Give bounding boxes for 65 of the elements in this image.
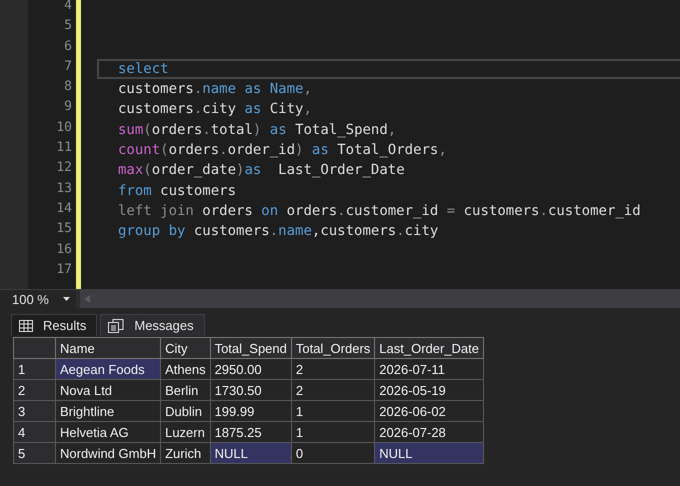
table-cell[interactable]: 2026-07-11 <box>374 358 484 380</box>
line-number: 14 <box>55 200 73 218</box>
code-line: count(orders.order_id) as Total_Orders, <box>118 142 447 158</box>
column-header[interactable]: Last_Order_Date <box>374 338 484 358</box>
code-line: group by customers.name,customers.city <box>118 223 438 240</box>
table-cell[interactable]: Aegean Foods <box>56 358 161 380</box>
code-line: customers.city as City, <box>118 101 312 118</box>
line-number: 9 <box>63 99 73 116</box>
line-number: 7 <box>63 58 73 76</box>
table-cell[interactable]: 2 <box>291 380 375 400</box>
line-number: 17 <box>55 262 73 279</box>
table-cell[interactable]: 0 <box>291 442 375 464</box>
table-cell[interactable]: 1 <box>291 422 375 442</box>
table-cell[interactable]: Nova Ltd <box>56 380 161 400</box>
grid-icon <box>19 320 33 332</box>
table-cell[interactable]: Luzern <box>160 422 210 442</box>
line-number: 16 <box>55 242 73 259</box>
table-cell[interactable]: 1730.50 <box>210 380 292 400</box>
row-number[interactable]: 4 <box>14 422 56 442</box>
zoom-dropdown[interactable]: 100 % <box>0 290 76 308</box>
table-cell[interactable]: Dublin <box>160 400 210 422</box>
row-number[interactable]: 1 <box>14 358 56 380</box>
caret-icon <box>62 297 70 301</box>
table-cell[interactable]: Athens <box>160 358 210 380</box>
line-number: 11 <box>55 140 73 158</box>
line-number: 8 <box>63 79 73 96</box>
table-cell[interactable]: 2950.00 <box>210 358 292 380</box>
table-cell[interactable]: 2026-07-28 <box>374 422 484 442</box>
table-cell[interactable]: 1875.25 <box>210 422 292 442</box>
messages-tab[interactable]: Messages <box>100 314 205 336</box>
column-header[interactable]: Total_Spend <box>210 338 292 358</box>
table-cell[interactable]: 2026-06-02 <box>374 400 484 422</box>
code-line: select <box>118 60 169 77</box>
line-number: 15 <box>55 221 73 238</box>
table-cell[interactable]: Berlin <box>160 380 210 400</box>
table-cell[interactable]: Helvetia AG <box>56 422 161 442</box>
table-cell[interactable]: Nordwind GmbH <box>56 442 161 464</box>
document-icon <box>108 318 124 332</box>
row-number[interactable]: 5 <box>14 442 56 464</box>
table-cell[interactable]: NULL <box>210 442 292 464</box>
table-cell[interactable]: 199.99 <box>210 400 292 422</box>
line-number: 6 <box>63 38 73 56</box>
code-line: left join orders on orders.customer_id = customers.customer_id <box>118 202 641 219</box>
column-header[interactable]: Name <box>56 338 161 358</box>
table-cell[interactable]: 2026-05-19 <box>374 380 484 400</box>
code-line: sum(orders.total) as Total_Spend, <box>118 122 396 138</box>
line-number: 12 <box>55 160 73 178</box>
column-header[interactable]: City <box>160 338 210 358</box>
row-number[interactable]: 3 <box>14 400 56 422</box>
code-line: from customers <box>118 182 236 199</box>
table-cell[interactable]: Zurich <box>160 442 210 464</box>
code-line: max(order_date)as Last_Order_Date <box>118 162 405 178</box>
line-number: 5 <box>63 18 73 36</box>
line-number: 13 <box>55 180 73 198</box>
results-tab[interactable]: Results <box>11 314 98 336</box>
table-cell[interactable]: NULL <box>374 442 484 464</box>
table-cell[interactable]: 2 <box>291 358 375 380</box>
horizontal-scrollbar[interactable] <box>80 290 680 308</box>
left-arrow-icon[interactable] <box>84 295 90 303</box>
row-number[interactable]: 2 <box>14 380 56 400</box>
table-cell[interactable]: 1 <box>291 400 375 422</box>
line-number: 10 <box>55 120 73 137</box>
code-line: customers.name as Name, <box>118 81 312 98</box>
table-cell[interactable]: Brightline <box>56 400 161 422</box>
column-header[interactable]: Total_Orders <box>291 338 375 358</box>
